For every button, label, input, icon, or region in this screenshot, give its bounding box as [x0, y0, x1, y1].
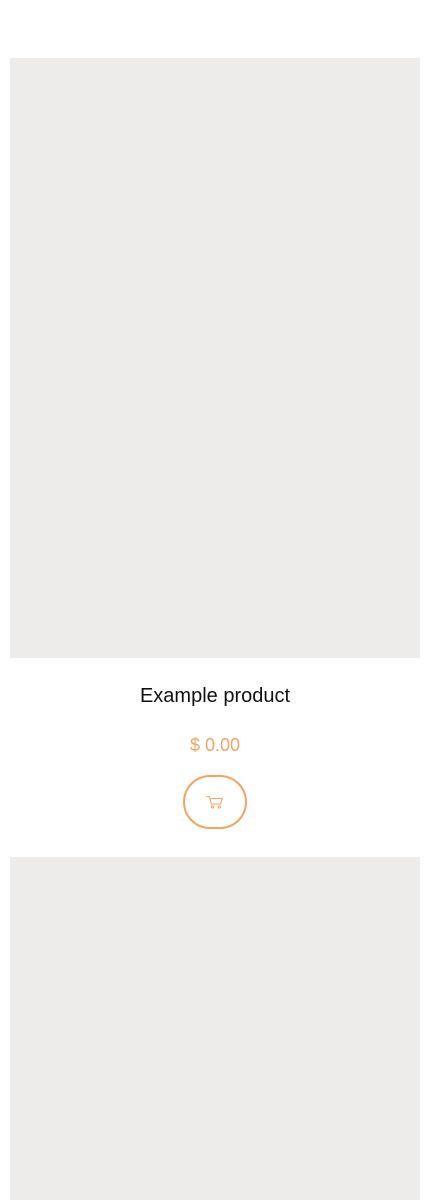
add-to-cart-button[interactable]: [183, 775, 247, 829]
product-list-page: Example product $ 0.00: [0, 0, 430, 1200]
shopping-cart-icon: [206, 796, 223, 809]
product-image[interactable]: [10, 857, 420, 1200]
product-card: [10, 857, 420, 1200]
product-image[interactable]: [10, 58, 420, 658]
product-card: Example product $ 0.00: [10, 58, 420, 829]
product-title[interactable]: Example product: [140, 684, 290, 708]
product-price: $ 0.00: [189, 735, 241, 755]
